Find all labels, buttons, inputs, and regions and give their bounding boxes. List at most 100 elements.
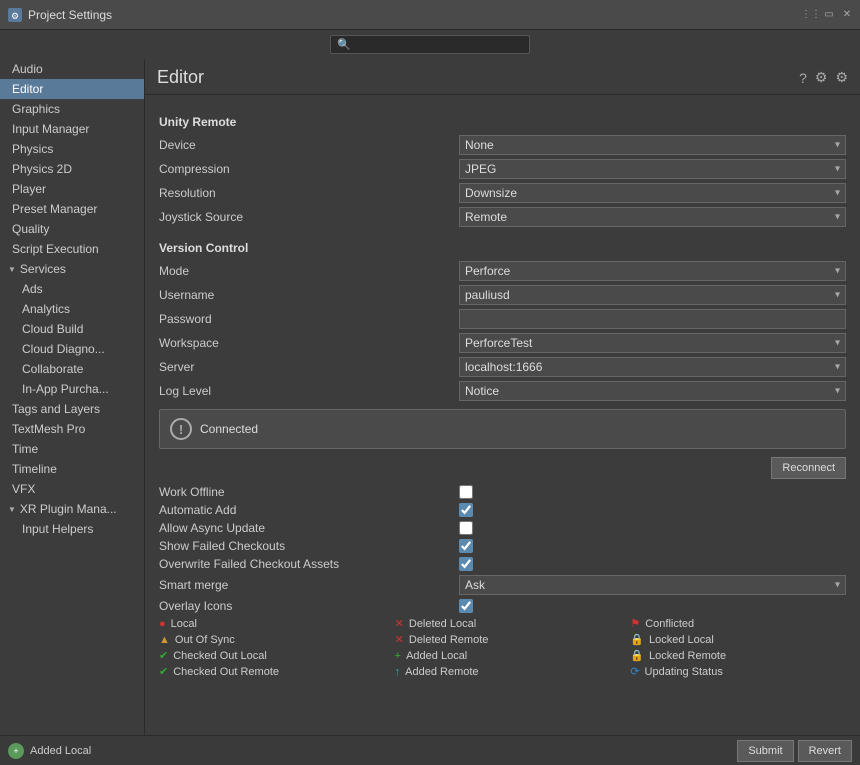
joystick-label: Joystick Source [159,210,459,224]
mode-label: Mode [159,264,459,278]
sidebar-item-vfx[interactable]: VFX [0,479,144,499]
overwrite-failed-row: Overwrite Failed Checkout Assets [159,557,846,571]
updating-status-icon: ⟳ [630,665,639,678]
sidebar-item-in-app-purchase[interactable]: In-App Purcha... [0,379,144,399]
legend-added-local: + Added Local [395,649,611,662]
reconnect-button[interactable]: Reconnect [771,457,846,479]
out-of-sync-icon: ▲ [159,634,170,646]
svg-text:⚙: ⚙ [11,11,19,21]
sidebar-item-xr-plugin[interactable]: ▼ XR Plugin Mana... [0,499,144,519]
main-content: Editor ? ⚙ ⚙ Unity Remote Device None [145,59,860,735]
checked-out-remote-icon: ✔ [159,665,168,678]
username-row: Username pauliusd [159,285,846,305]
joystick-dropdown-wrap: Remote Local [459,207,846,227]
loglevel-dropdown[interactable]: Verbose Info Notice Warning Error Fatal [459,381,846,401]
revert-button[interactable]: Revert [798,740,852,762]
icons-legend: ● Local ✕ Deleted Local ⚑ Conflicted ▲ O… [159,617,846,678]
sidebar-item-input-helpers[interactable]: Input Helpers [0,519,144,539]
sidebar-item-analytics[interactable]: Analytics [0,299,144,319]
sidebar-item-physics-2d[interactable]: Physics 2D [0,159,144,179]
sidebar-item-editor[interactable]: Editor [0,79,144,99]
overwrite-failed-wrap [459,557,846,571]
help-icon[interactable]: ? [799,70,807,86]
work-offline-wrap [459,485,846,499]
password-row: Password [159,309,846,329]
sidebar-item-audio[interactable]: Audio [0,59,144,79]
device-dropdown[interactable]: None Any iOS Device Any Android Device [459,135,846,155]
sidebar-item-timeline[interactable]: Timeline [0,459,144,479]
sidebar-item-preset-manager[interactable]: Preset Manager [0,199,144,219]
sidebar-item-tags-and-layers[interactable]: Tags and Layers [0,399,144,419]
automatic-add-checkbox[interactable] [459,503,473,517]
sidebar-item-script-execution[interactable]: Script Execution [0,239,144,259]
submit-button[interactable]: Submit [737,740,793,762]
legend-deleted-local: ✕ Deleted Local [395,617,611,630]
server-dropdown[interactable]: localhost:1666 [459,357,846,377]
compression-row: Compression JPEG PNG [159,159,846,179]
window-controls: ⋮⋮ ▭ ✕ [804,8,854,22]
sidebar-item-services[interactable]: ▼ Services [0,259,144,279]
sidebar-item-cloud-diagnostics[interactable]: Cloud Diagno... [0,339,144,359]
overlay-icons-label: Overlay Icons [159,599,459,613]
device-row: Device None Any iOS Device Any Android D… [159,135,846,155]
sidebar-item-textmesh-pro[interactable]: TextMesh Pro [0,419,144,439]
mode-dropdown[interactable]: Visible Meta Files Perforce PlasticSCM [459,261,846,281]
work-offline-checkbox[interactable] [459,485,473,499]
compression-dropdown[interactable]: JPEG PNG [459,159,846,179]
sidebar-item-time[interactable]: Time [0,439,144,459]
more-options-btn[interactable]: ⋮⋮ [804,8,818,22]
sidebar-item-ads[interactable]: Ads [0,279,144,299]
settings-icon[interactable]: ⚙ [835,69,848,86]
sliders-icon[interactable]: ⚙ [815,69,828,86]
server-dropdown-wrap: localhost:1666 [459,357,846,377]
search-input[interactable] [355,39,523,51]
compression-label: Compression [159,162,459,176]
body-split: Audio Editor Graphics Input Manager Phys… [0,59,860,735]
loglevel-dropdown-wrap: Verbose Info Notice Warning Error Fatal [459,381,846,401]
bottom-bar: + Added Local Submit Revert [0,735,860,765]
async-update-label: Allow Async Update [159,521,459,535]
connected-status-icon: ! [170,418,192,440]
deleted-local-icon: ✕ [395,617,404,630]
password-label: Password [159,312,459,326]
resolution-row: Resolution Downsize Normal [159,183,846,203]
automatic-add-wrap [459,503,846,517]
content-body: Unity Remote Device None Any iOS Device … [145,95,860,708]
work-offline-label: Work Offline [159,485,459,499]
legend-conflicted: ⚑ Conflicted [630,617,846,630]
automatic-add-row: Automatic Add [159,503,846,517]
password-input[interactable] [459,309,846,329]
legend-local: ● Local [159,617,375,630]
smart-merge-label: Smart merge [159,578,459,592]
reconnect-row: Reconnect [159,457,846,479]
resolution-dropdown[interactable]: Downsize Normal [459,183,846,203]
search-wrap: 🔍 [330,35,530,54]
sidebar-item-input-manager[interactable]: Input Manager [0,119,144,139]
overlay-icons-checkbox[interactable] [459,599,473,613]
async-update-checkbox[interactable] [459,521,473,535]
close-btn[interactable]: ✕ [840,8,854,22]
workspace-dropdown[interactable]: PerforceTest [459,333,846,353]
minimize-btn[interactable]: ▭ [822,8,836,22]
sidebar-item-physics[interactable]: Physics [0,139,144,159]
username-dropdown[interactable]: pauliusd [459,285,846,305]
show-failed-checkbox[interactable] [459,539,473,553]
sidebar-item-quality[interactable]: Quality [0,219,144,239]
joystick-dropdown[interactable]: Remote Local [459,207,846,227]
sidebar-item-collaborate[interactable]: Collaborate [0,359,144,379]
workspace-row: Workspace PerforceTest [159,333,846,353]
local-icon: ● [159,618,166,630]
sidebar-item-player[interactable]: Player [0,179,144,199]
mode-row: Mode Visible Meta Files Perforce Plastic… [159,261,846,281]
server-row: Server localhost:1666 [159,357,846,377]
sidebar-item-cloud-build[interactable]: Cloud Build [0,319,144,339]
legend-locked-remote: 🔒 Locked Remote [630,649,846,662]
title-bar: ⚙ Project Settings ⋮⋮ ▭ ✕ [0,0,860,30]
smart-merge-dropdown[interactable]: Ask Accept Mine Accept Theirs Off [459,575,846,595]
unity-remote-title: Unity Remote [159,115,846,129]
username-dropdown-wrap: pauliusd [459,285,846,305]
header-icons: ? ⚙ ⚙ [799,69,848,86]
app-container: 🔍 Audio Editor Graphics Input Manager Ph… [0,30,860,765]
overwrite-failed-checkbox[interactable] [459,557,473,571]
sidebar-item-graphics[interactable]: Graphics [0,99,144,119]
